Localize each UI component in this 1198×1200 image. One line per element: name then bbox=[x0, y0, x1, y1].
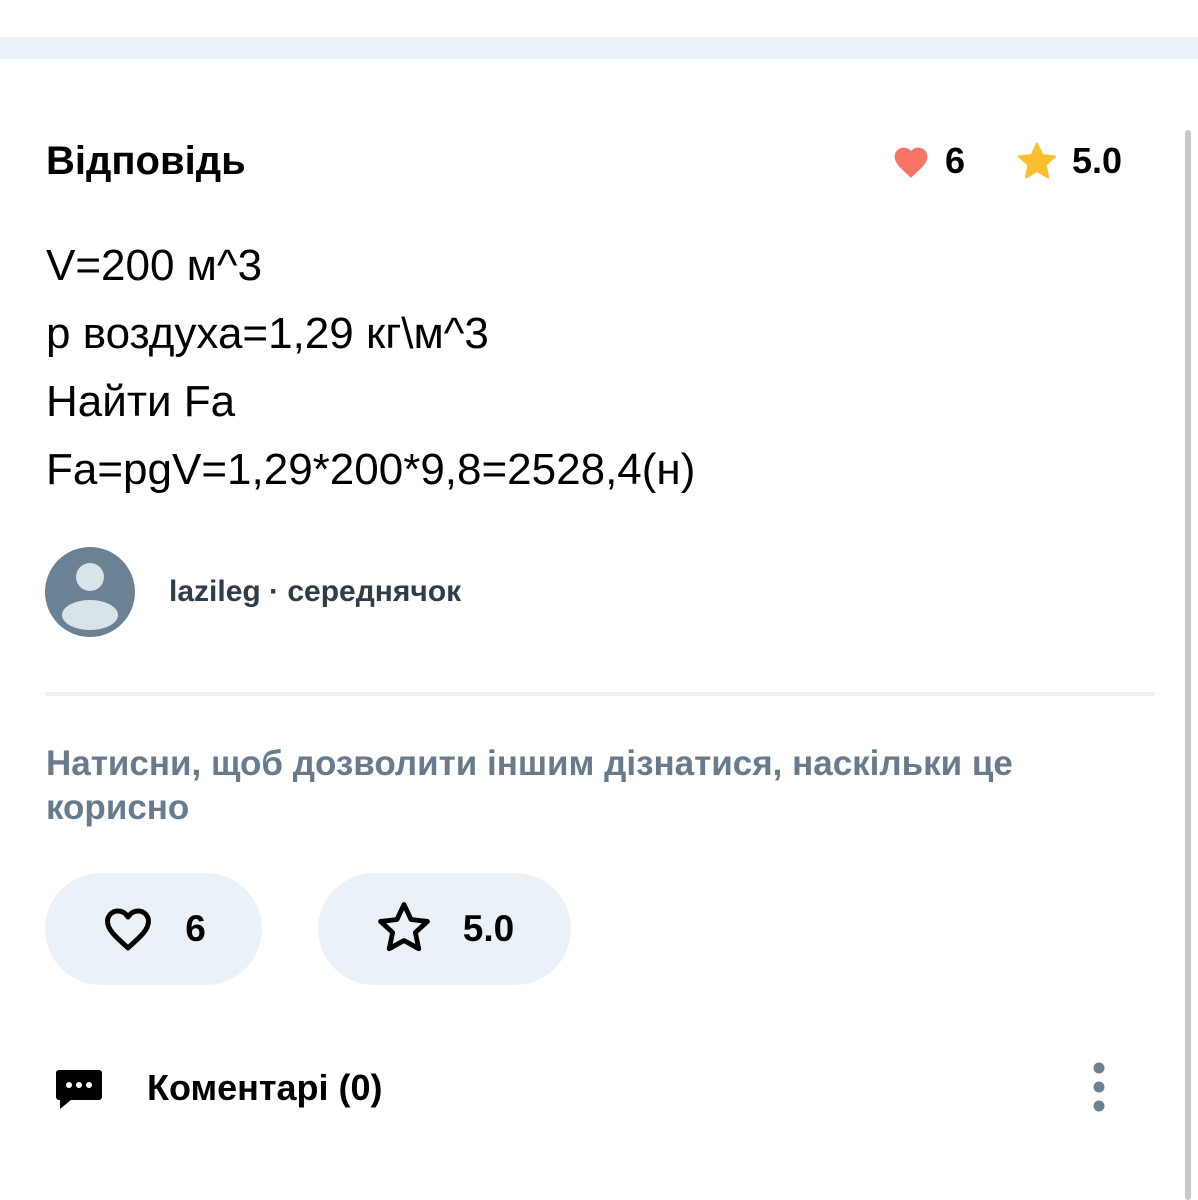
answer-body: V=200 м^3 p воздуха=1,29 кг\м^3 Найти Fa… bbox=[46, 232, 1136, 504]
star-icon bbox=[1016, 141, 1058, 181]
like-count: 6 bbox=[185, 908, 206, 949]
top-band bbox=[0, 37, 1198, 59]
heart-icon bbox=[891, 143, 931, 179]
rate-prompt: Натисни, щоб дозволити іншим дізнатися, … bbox=[46, 744, 1013, 827]
answer-line: Fa=pgV=1,29*200*9,8=2528,4(н) bbox=[46, 445, 696, 494]
rating-button-value: 5.0 bbox=[462, 908, 515, 949]
like-button[interactable]: 6 bbox=[45, 873, 262, 985]
rating-value: 5.0 bbox=[1072, 140, 1123, 181]
author-info[interactable]: lazileg · середнячок bbox=[45, 547, 461, 637]
answer-header: Відповідь 6 5.0 bbox=[46, 135, 1136, 187]
user-icon bbox=[62, 563, 118, 630]
divider bbox=[45, 692, 1155, 696]
answer-line: V=200 м^3 bbox=[46, 241, 263, 290]
answer-line: Найти Fa bbox=[46, 377, 236, 426]
rate-button[interactable]: 5.0 bbox=[318, 873, 571, 985]
heart-outline-icon bbox=[101, 902, 155, 957]
avatar[interactable] bbox=[45, 547, 135, 637]
rating-stat: 5.0 bbox=[1016, 135, 1122, 187]
more-vertical-icon[interactable] bbox=[1085, 1060, 1113, 1121]
comments-section[interactable]: Коментарі (0) bbox=[55, 1060, 1115, 1116]
likes-count: 6 bbox=[945, 140, 966, 181]
comment-bubble-icon bbox=[55, 1068, 103, 1115]
answer-title: Відповідь bbox=[46, 139, 246, 183]
answer-line: p воздуха=1,29 кг\м^3 bbox=[46, 309, 489, 358]
author-name[interactable]: lazileg · середнячок bbox=[169, 575, 461, 609]
scrollbar[interactable] bbox=[1185, 130, 1191, 1200]
likes-stat: 6 bbox=[891, 135, 965, 187]
comments-label[interactable]: Коментарі (0) bbox=[147, 1060, 383, 1116]
star-outline-icon bbox=[375, 899, 433, 960]
